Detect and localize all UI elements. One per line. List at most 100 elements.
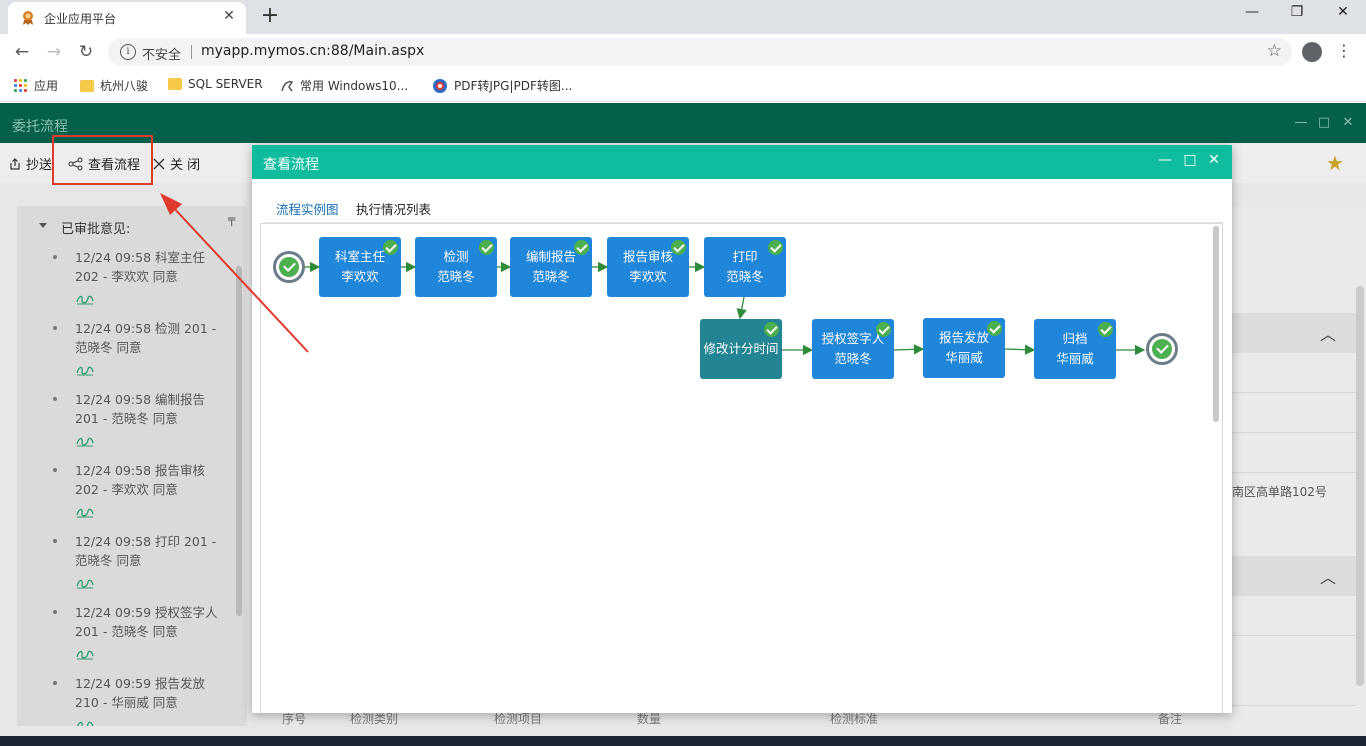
form-section-header[interactable]: ︿ — [1232, 556, 1356, 596]
form-section-header[interactable]: ︿ — [1232, 313, 1356, 353]
chevron-up-icon[interactable]: ︿ — [1320, 564, 1336, 588]
opinion-item: 12/24 09:58 报告审核 202 - 李欢欢 同意 — [53, 461, 235, 523]
bookmark-folder-hangzhou[interactable]: 杭州八骏 — [80, 77, 148, 94]
bookmark-pdf2jpg[interactable]: PDF转JPG|PDF转图... — [432, 77, 572, 94]
opinion-line: 12/24 09:58 编制报告 — [75, 392, 205, 407]
signature-icon — [76, 295, 94, 305]
close-label: 关 闭 — [170, 158, 201, 173]
opinion-line: 范晓冬 同意 — [75, 340, 142, 355]
list-bullet — [53, 326, 57, 330]
check-icon — [987, 321, 1002, 336]
omnibox-divider — [191, 45, 192, 59]
flow-node[interactable]: 打印 范晓冬 — [704, 237, 786, 297]
list-bullet — [53, 539, 57, 543]
close-button[interactable]: 关 闭 — [152, 154, 200, 173]
check-circle-icon — [279, 257, 299, 277]
app-maximize-button[interactable]: □ — [1315, 115, 1333, 130]
flow-node[interactable]: 编制报告 范晓冬 — [510, 237, 592, 297]
flow-end-node[interactable] — [1146, 333, 1178, 365]
app-close-button[interactable]: ✕ — [1339, 115, 1357, 130]
check-icon — [479, 240, 494, 255]
form-row — [1232, 433, 1356, 473]
list-bullet — [53, 255, 57, 259]
dialog-maximize-button[interactable]: □ — [1181, 152, 1199, 168]
bookmark-apps[interactable]: 应用 — [14, 77, 58, 94]
flow-edge — [1004, 344, 1036, 355]
opinion-item: 12/24 09:58 科室主任 202 - 李欢欢 同意 — [53, 248, 235, 310]
tab-title: 企业应用平台 — [44, 12, 117, 26]
back-button[interactable]: ← — [10, 40, 34, 64]
bookmark-label: PDF转JPG|PDF转图... — [454, 79, 573, 93]
canvas-scrollbar[interactable] — [1213, 226, 1219, 422]
list-bullet — [53, 681, 57, 685]
bookmark-label: 常用 Windows10... — [300, 79, 409, 93]
dialog-close-button[interactable]: ✕ — [1205, 152, 1223, 168]
flow-node[interactable]: 报告发放 华丽威 — [923, 318, 1005, 378]
favorite-star-icon[interactable]: ★ — [1326, 151, 1344, 175]
dialog-minimize-button[interactable]: — — [1156, 152, 1174, 168]
flow-edge — [736, 296, 747, 320]
browser-tab[interactable]: 企业应用平台 ✕ — [8, 2, 246, 34]
node-assignee: 华丽威 — [1056, 351, 1094, 366]
profile-avatar-icon[interactable] — [1302, 42, 1322, 62]
chevron-up-icon[interactable]: ︿ — [1320, 321, 1336, 345]
reload-button[interactable]: ↻ — [74, 40, 98, 64]
omnibox[interactable]: i 不安全 myapp.mymos.cn:88/Main.aspx ☆ — [108, 38, 1292, 66]
copy-send-label: 抄送 — [26, 158, 53, 173]
flow-node[interactable]: 授权签字人 范晓冬 — [812, 319, 894, 379]
opinion-line: 201 - 范晓冬 同意 — [75, 624, 178, 639]
window-restore-button[interactable]: ❐ — [1282, 4, 1312, 20]
form-row — [1232, 596, 1356, 636]
flow-node[interactable]: 检测 范晓冬 — [415, 237, 497, 297]
forward-button[interactable]: → — [42, 40, 66, 64]
app-window-title: 委托流程 — [12, 119, 68, 135]
flow-node[interactable]: 归档 华丽威 — [1034, 319, 1116, 379]
tab-flow-diagram[interactable]: 流程实例图 — [276, 199, 339, 225]
form-textarea-row[interactable] — [1232, 636, 1356, 706]
security-label[interactable]: 不安全 — [142, 44, 181, 63]
collapse-triangle-icon[interactable] — [39, 223, 47, 228]
window-close-button[interactable]: ✕ — [1328, 4, 1358, 20]
flow-diagram-canvas: 科室主任 李欢欢 检测 范晓冬 编制报告 范晓冬 报告审核 李欢欢 打印 范晓冬修改计分时间 授权签… — [260, 223, 1223, 713]
bookmark-star-icon[interactable]: ☆ — [1267, 41, 1282, 61]
flow-node[interactable]: 修改计分时间 — [700, 319, 782, 379]
app-minimize-button[interactable]: — — [1292, 115, 1310, 130]
url-text[interactable]: myapp.mymos.cn:88/Main.aspx — [201, 43, 424, 59]
opinions-scrollbar[interactable] — [236, 266, 242, 616]
check-icon — [1098, 322, 1113, 337]
apps-grid-icon — [14, 78, 28, 93]
browser-menu-icon[interactable]: ⋮ — [1336, 40, 1352, 62]
share-upload-icon — [10, 157, 20, 170]
opinion-line: 202 - 李欢欢 同意 — [75, 269, 178, 284]
form-row — [1232, 353, 1356, 393]
bookmark-folder-sqlserver[interactable]: SQL SERVER — [168, 77, 263, 91]
check-icon — [876, 322, 891, 337]
copy-send-button[interactable]: 抄送 — [8, 154, 52, 173]
info-icon[interactable]: i — [120, 44, 136, 60]
view-flow-dialog: 查看流程 — □ ✕ 流程实例图 执行情况列表 科室主任 李欢欢 检测 范晓冬 … — [252, 145, 1232, 713]
app-titlebar: 委托流程 — □ ✕ — [0, 103, 1366, 143]
check-icon — [574, 240, 589, 255]
bookmarks-bar: 应用 杭州八骏 SQL SERVER 常用 Windows10... PDF转J… — [0, 70, 1366, 102]
new-tab-button[interactable]: + — [258, 4, 282, 28]
pin-icon[interactable]: ╤ — [228, 212, 235, 226]
opinion-line: 12/24 09:58 科室主任 — [75, 250, 205, 265]
bookmark-windows10[interactable]: 常用 Windows10... — [280, 77, 408, 94]
dialog-header[interactable]: 查看流程 — □ ✕ — [252, 145, 1232, 179]
page-icon — [281, 80, 294, 91]
opinion-line: 12/24 09:58 检测 201 - — [75, 321, 217, 336]
flow-node[interactable]: 科室主任 李欢欢 — [319, 237, 401, 297]
flow-edge — [893, 344, 925, 355]
flow-node[interactable]: 报告审核 李欢欢 — [607, 237, 689, 297]
close-x-icon — [153, 158, 165, 169]
tab-execution-list[interactable]: 执行情况列表 — [356, 199, 431, 223]
node-assignee: 李欢欢 — [341, 269, 379, 284]
window-minimize-button[interactable]: — — [1237, 4, 1267, 20]
page-scrollbar[interactable] — [1356, 286, 1364, 686]
opinion-line: 范晓冬 同意 — [75, 553, 142, 568]
tab-close-icon[interactable]: ✕ — [220, 8, 238, 24]
signature-icon — [76, 650, 94, 660]
opinion-line: 12/24 09:58 报告审核 — [75, 463, 205, 478]
form-row — [1232, 393, 1356, 433]
flow-start-node[interactable] — [273, 251, 305, 283]
